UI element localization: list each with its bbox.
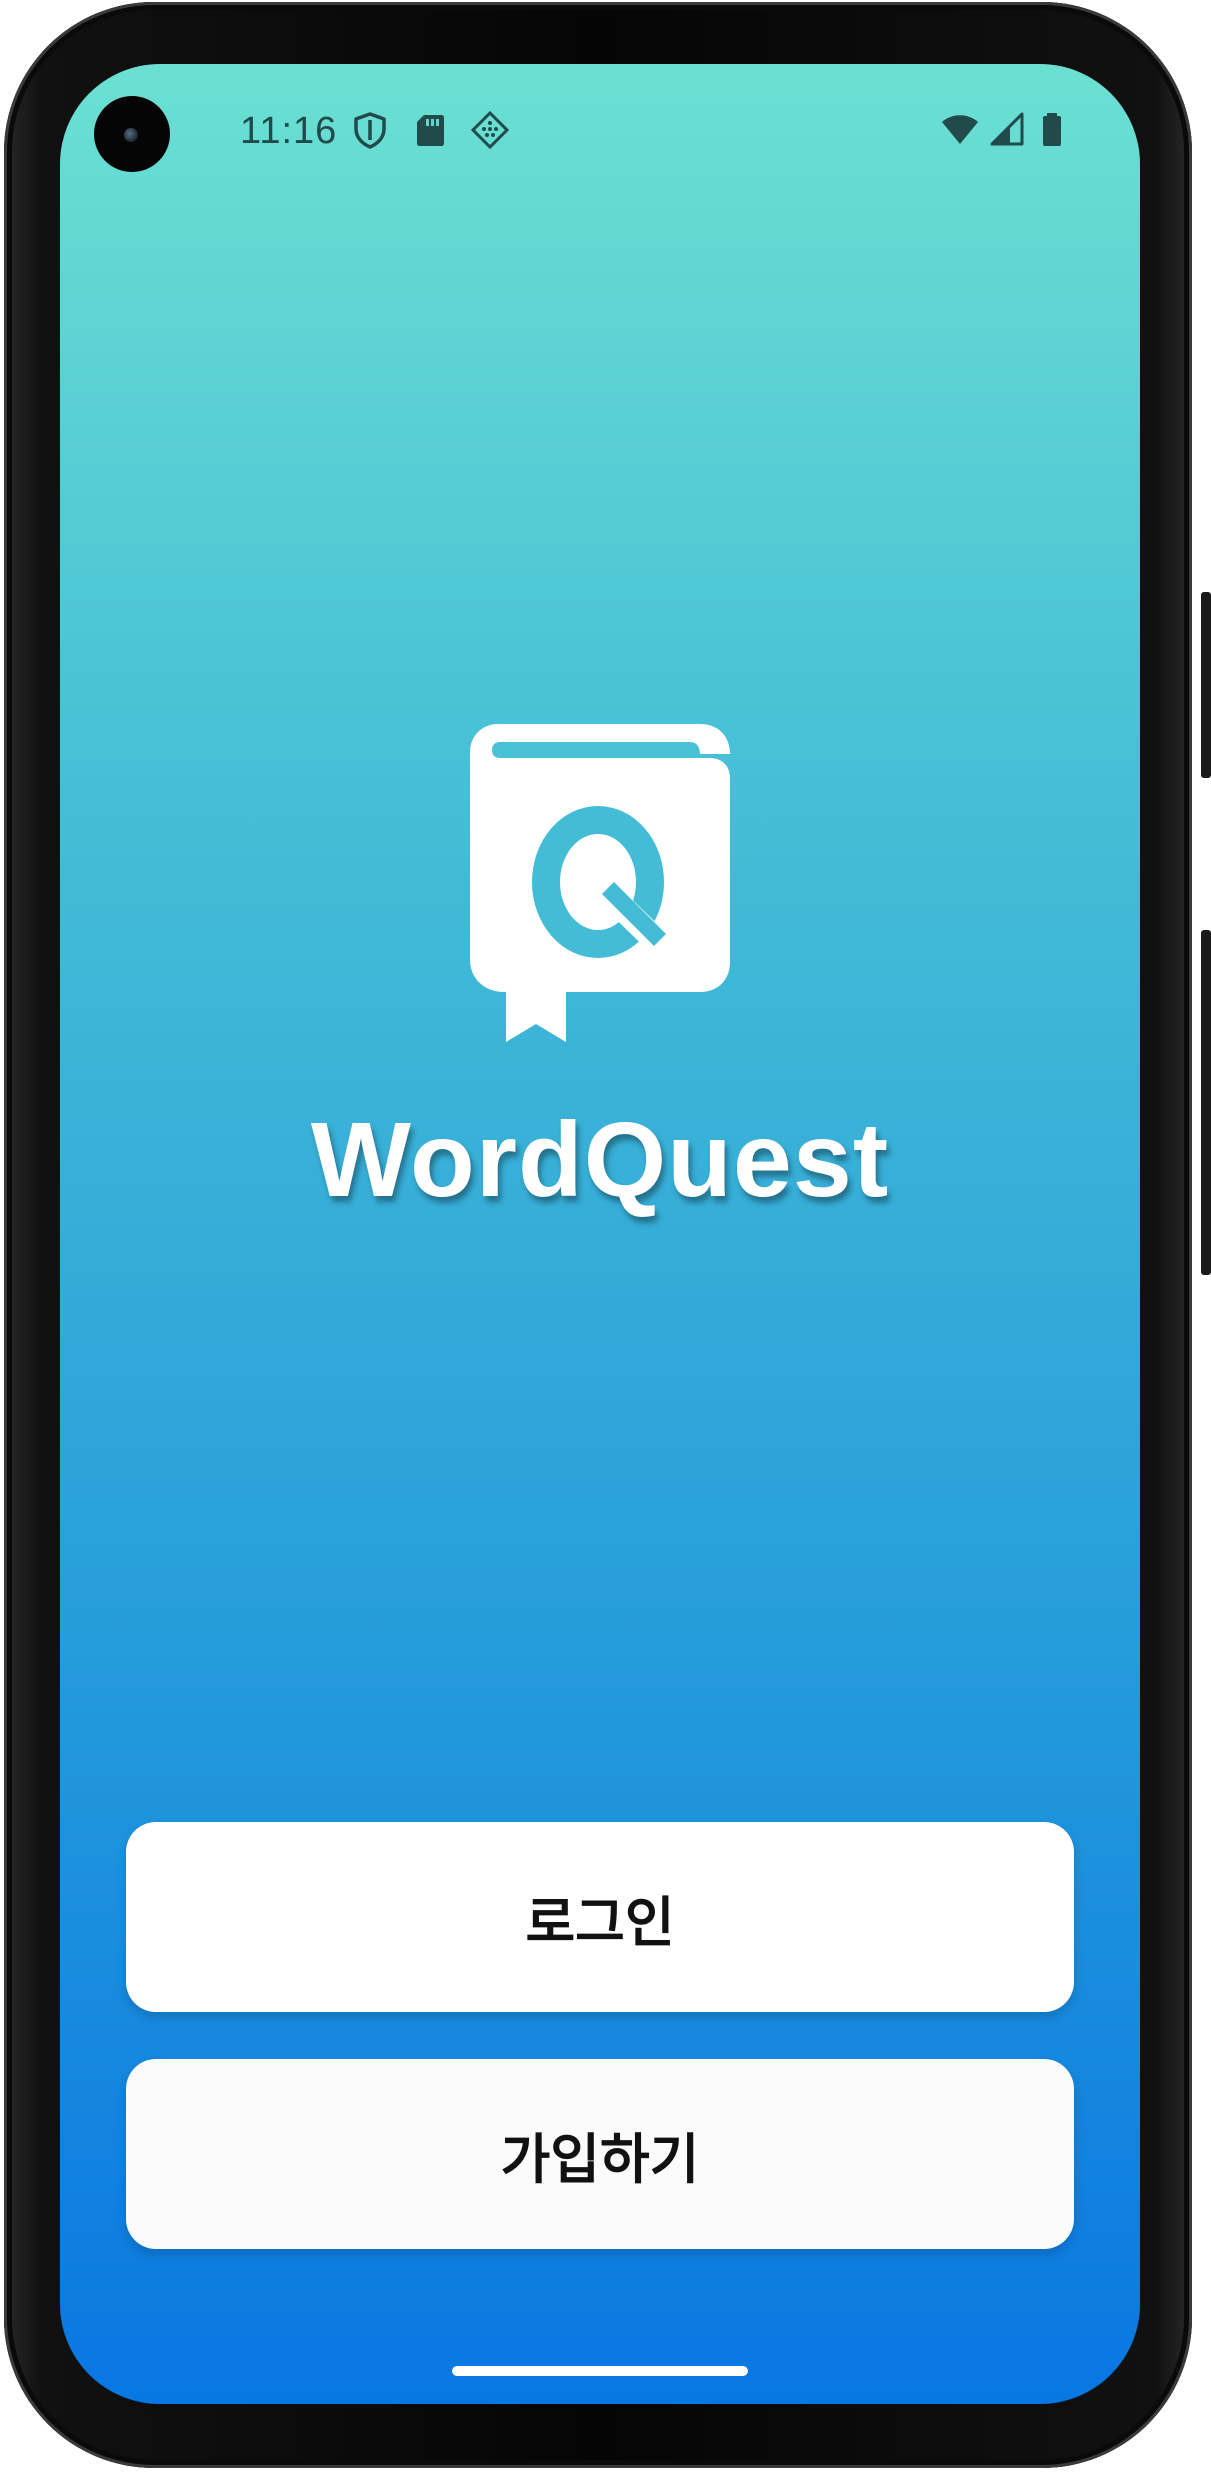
book-q-logo-icon bbox=[470, 724, 730, 1042]
signup-button-label: 가입하기 bbox=[500, 2127, 700, 2191]
power-button bbox=[1201, 592, 1211, 778]
status-bar: 11:16 bbox=[60, 64, 1140, 206]
home-indicator[interactable] bbox=[452, 2366, 748, 2376]
front-camera bbox=[94, 96, 170, 172]
cell-signal-icon bbox=[988, 110, 1028, 150]
camera-lens bbox=[124, 128, 138, 142]
login-button[interactable]: 로그인 bbox=[126, 1822, 1074, 2012]
volume-button bbox=[1201, 930, 1211, 1275]
device: 11:16 WordQuest 로그인 가입하기 bbox=[0, 0, 1211, 2474]
screen: 11:16 WordQuest 로그인 가입하기 bbox=[60, 64, 1140, 2404]
tile-grid-icon bbox=[470, 110, 510, 150]
shield-icon bbox=[350, 110, 390, 150]
wifi-icon bbox=[940, 110, 980, 150]
battery-icon bbox=[1032, 110, 1072, 150]
sd-card-icon bbox=[410, 110, 450, 150]
signup-button[interactable]: 가입하기 bbox=[126, 2059, 1074, 2249]
app-title: WordQuest bbox=[310, 1101, 890, 1219]
status-time: 11:16 bbox=[240, 110, 338, 152]
login-button-label: 로그인 bbox=[525, 1890, 675, 1954]
